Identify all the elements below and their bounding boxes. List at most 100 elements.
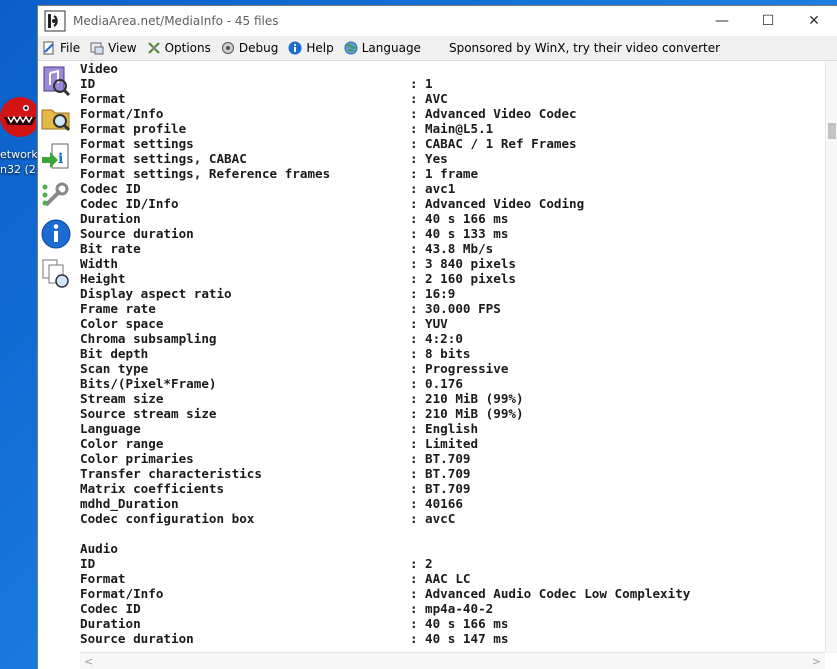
menu-options[interactable]: Options (147, 41, 211, 55)
info-value: 30.000 FPS (425, 301, 501, 316)
info-value: Advanced Video Coding (425, 196, 585, 211)
media-info-text[interactable]: Video ID:1 Format: AVC Format/Info: Advanced … (80, 61, 825, 653)
info-row: Transfer characteristics: BT.709 (80, 466, 825, 481)
info-row: Format settings: CABAC / 1 Ref Frames (80, 136, 825, 151)
info-key: Duration (80, 211, 141, 226)
info-value: 2 (425, 556, 433, 571)
maximize-button[interactable]: ☐ (745, 6, 791, 36)
info-value: avcC (425, 511, 456, 526)
info-value: CABAC / 1 Ref Frames (425, 136, 577, 151)
info-row: ID:2 (80, 556, 825, 571)
menu-debug[interactable]: Debug (221, 41, 278, 55)
info-key: Codec configuration box (80, 511, 255, 526)
window-title: MediaArea.net/MediaInfo - 45 files (73, 14, 279, 28)
debug-icon (221, 42, 234, 54)
info-separator: : (410, 511, 418, 526)
info-key: Codec ID/Info (80, 196, 179, 211)
info-row: Bit rate:43.8 Mb/s (80, 241, 825, 256)
info-row: Format settings, CABAC: Yes (80, 151, 825, 166)
info-separator: : (410, 166, 418, 181)
content-area: i Video ID:1 Format: AVC Format/Info: Advance… (38, 60, 837, 669)
horizontal-scrollbar[interactable]: < > (80, 652, 825, 669)
menu-help[interactable]: Help (288, 41, 334, 55)
view-icon (90, 42, 104, 55)
sponsor-link[interactable]: Sponsored by WinX, try their video conve… (449, 41, 720, 55)
preferences-icon[interactable] (40, 179, 72, 211)
mediainfo-logo-icon (44, 10, 66, 32)
info-separator: : (410, 151, 418, 166)
about-icon[interactable] (40, 218, 72, 250)
vertical-scrollbar[interactable] (825, 61, 837, 653)
info-separator: : (410, 316, 418, 331)
info-row: Display aspect ratio:16:9 (80, 286, 825, 301)
info-key: Source duration (80, 631, 194, 646)
info-value: Progressive (425, 361, 509, 376)
info-row: Matrix coefficients: BT.709 (80, 481, 825, 496)
info-row: mdhd_Duration:40166 (80, 496, 825, 511)
scroll-left-button[interactable]: < (84, 655, 93, 668)
info-value: 0.176 (425, 376, 463, 391)
info-separator: : (410, 451, 418, 466)
menu-options-label: Options (164, 41, 211, 55)
info-value: AAC LC (425, 571, 471, 586)
mediainfo-window: MediaArea.net/MediaInfo - 45 files — ☐ ✕… (37, 5, 837, 669)
info-key: Bits/(Pixel*Frame) (80, 376, 217, 391)
menu-file-label: File (60, 41, 81, 55)
close-button[interactable]: ✕ (791, 6, 837, 36)
info-key: Format settings, CABAC (80, 151, 247, 166)
info-row: Format settings, Reference frames:1 fram… (80, 166, 825, 181)
info-row: Duration:40 s 166 ms (80, 616, 825, 631)
desktop-icon-label[interactable]: n32 (2... (0, 163, 37, 176)
info-value: 2 160 pixels (425, 271, 516, 286)
info-row: Duration:40 s 166 ms (80, 211, 825, 226)
info-separator: : (410, 286, 418, 301)
open-file-icon[interactable] (40, 64, 72, 96)
info-separator: : (410, 481, 418, 496)
info-separator: : (410, 181, 418, 196)
info-row: Format/Info: Advanced Audio Codec Low Com… (80, 586, 825, 601)
info-value: English (425, 421, 479, 436)
info-separator: : (410, 256, 418, 271)
desktop-icon-label[interactable]: etwork (0, 148, 37, 161)
info-value: 43.8 Mb/s (425, 241, 494, 256)
info-value: BT.709 (425, 451, 471, 466)
section-heading: Audio (80, 541, 825, 556)
info-key: Width (80, 256, 118, 271)
menu-file[interactable]: File (42, 41, 80, 55)
info-separator: : (410, 361, 418, 376)
info-value: 1 (425, 76, 433, 91)
info-value: 40166 (425, 496, 463, 511)
minimize-button[interactable]: — (699, 6, 745, 36)
vertical-scroll-thumb[interactable] (828, 123, 836, 139)
info-separator: : (410, 406, 418, 421)
info-value: 40 s 166 ms (425, 616, 509, 631)
export-icon[interactable]: i (40, 141, 72, 173)
menu-language[interactable]: Language (344, 41, 421, 55)
info-row: Color primaries: BT.709 (80, 451, 825, 466)
info-key: Frame rate (80, 301, 156, 316)
info-key: Codec ID (80, 181, 141, 196)
scroll-right-button[interactable]: > (812, 655, 821, 668)
info-key: Stream size (80, 391, 164, 406)
options-icon (147, 42, 160, 54)
info-key: Format/Info (80, 586, 164, 601)
desktop-app-icon[interactable] (0, 95, 36, 145)
info-value: 40 s 147 ms (425, 631, 509, 646)
menu-view[interactable]: View (90, 41, 137, 55)
info-key: Color space (80, 316, 164, 331)
info-value: Advanced Audio Codec Low Complexity (425, 586, 691, 601)
info-separator: : (410, 226, 418, 241)
info-icon[interactable] (40, 257, 72, 289)
info-key: Format (80, 571, 126, 586)
open-folder-icon[interactable] (40, 101, 72, 133)
info-key: Transfer characteristics (80, 466, 262, 481)
info-separator: : (410, 496, 418, 511)
info-separator: : (410, 556, 418, 571)
info-separator: : (410, 631, 418, 646)
menu-debug-label: Debug (238, 41, 279, 55)
language-icon (344, 41, 358, 55)
info-separator: : (410, 436, 418, 451)
title-bar[interactable]: MediaArea.net/MediaInfo - 45 files — ☐ ✕ (38, 6, 837, 36)
info-separator: : (410, 301, 418, 316)
svg-text:i: i (58, 151, 63, 167)
